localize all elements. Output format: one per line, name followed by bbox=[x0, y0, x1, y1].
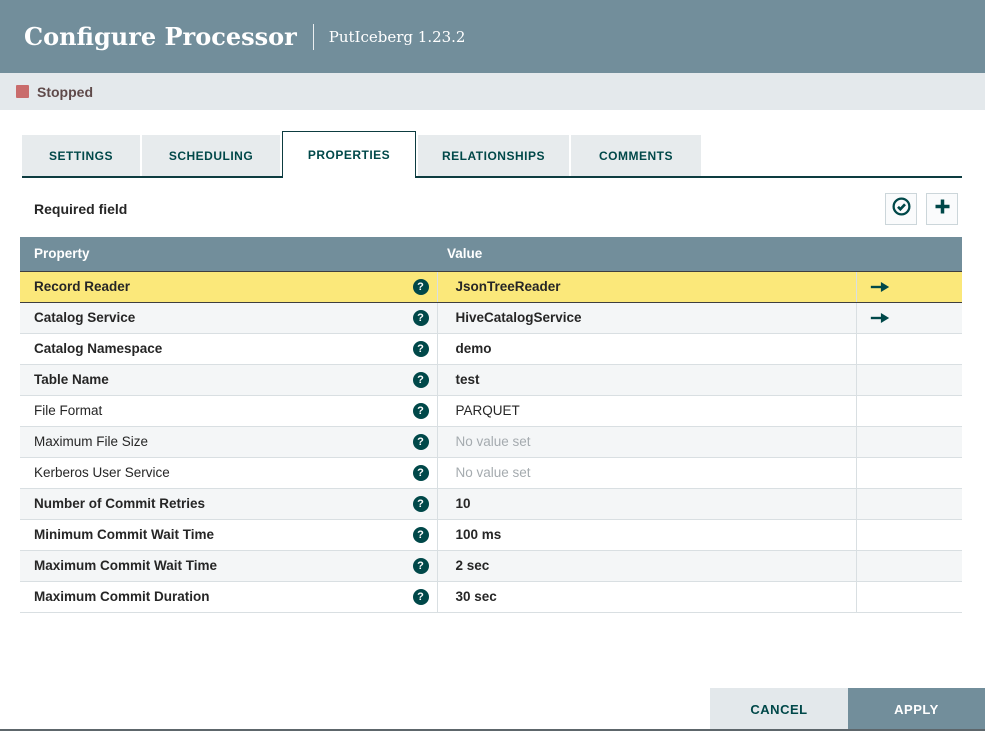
property-name: Minimum Commit Wait Time bbox=[34, 527, 215, 542]
property-name: Maximum File Size bbox=[34, 434, 149, 449]
table-row[interactable]: Minimum Commit Wait Time? 100 ms bbox=[20, 519, 962, 551]
processor-type-version: PutIceberg 1.23.2 bbox=[328, 27, 466, 46]
tab-label: COMMENTS bbox=[599, 148, 673, 163]
table-row[interactable]: Maximum File Size? No value set bbox=[20, 426, 962, 458]
goto-cell-empty bbox=[855, 457, 962, 489]
table-row[interactable]: Catalog Service? HiveCatalogService bbox=[20, 302, 962, 334]
stopped-indicator-icon bbox=[16, 85, 29, 98]
cancel-button[interactable]: CANCEL bbox=[710, 688, 848, 731]
check-circle-icon bbox=[891, 196, 912, 222]
help-icon: ? bbox=[412, 340, 429, 357]
arrow-right-icon bbox=[870, 281, 889, 292]
help-icon: ? bbox=[412, 433, 429, 450]
table-row[interactable]: Catalog Namespace? demo bbox=[20, 333, 962, 365]
tab-bar: SETTINGS SCHEDULING PROPERTIES RELATIONS… bbox=[22, 131, 962, 178]
help-icon: ? bbox=[412, 557, 429, 574]
tab-label: SCHEDULING bbox=[168, 148, 254, 163]
property-value[interactable]: demo bbox=[436, 333, 856, 365]
goto-cell-empty bbox=[855, 426, 962, 458]
dialog-title: Configure Processor bbox=[24, 22, 297, 51]
tab-scheduling[interactable]: SCHEDULING bbox=[142, 135, 280, 176]
tab-properties[interactable]: PROPERTIES bbox=[282, 131, 416, 178]
table-row[interactable]: Record Reader? JsonTreeReader bbox=[20, 270, 962, 303]
apply-button[interactable]: APPLY bbox=[848, 688, 985, 731]
property-value[interactable]: PARQUET bbox=[436, 395, 856, 427]
column-header-goto bbox=[856, 237, 962, 271]
table-row[interactable]: Kerberos User Service? No value set bbox=[20, 457, 962, 489]
status-label: Stopped bbox=[37, 83, 93, 100]
table-row[interactable]: Maximum Commit Duration? 30 sec bbox=[20, 581, 962, 613]
help-icon: ? bbox=[412, 278, 429, 295]
table-row[interactable]: Table Name? test bbox=[20, 364, 962, 396]
help-icon: ? bbox=[412, 588, 429, 605]
title-divider bbox=[312, 23, 314, 50]
goto-cell-empty bbox=[855, 364, 962, 396]
tab-relationships[interactable]: RELATIONSHIPS bbox=[418, 135, 569, 176]
tab-settings[interactable]: SETTINGS bbox=[22, 135, 140, 176]
goto-cell-empty bbox=[855, 550, 962, 582]
goto-service-button[interactable] bbox=[855, 302, 962, 334]
status-bar: Stopped bbox=[0, 73, 985, 110]
property-value[interactable]: No value set bbox=[436, 457, 856, 489]
column-header-value: Value bbox=[437, 237, 856, 271]
tab-comments[interactable]: COMMENTS bbox=[571, 135, 701, 176]
help-icon: ? bbox=[412, 309, 429, 326]
arrow-right-icon bbox=[870, 312, 889, 323]
property-value[interactable]: JsonTreeReader bbox=[436, 270, 856, 303]
tab-label: RELATIONSHIPS bbox=[442, 148, 545, 163]
table-row[interactable]: File Format? PARQUET bbox=[20, 395, 962, 427]
table-row[interactable]: Maximum Commit Wait Time? 2 sec bbox=[20, 550, 962, 582]
property-name: Catalog Namespace bbox=[34, 341, 163, 356]
property-name: Number of Commit Retries bbox=[34, 496, 206, 511]
goto-cell-empty bbox=[855, 581, 962, 613]
goto-cell-empty bbox=[855, 519, 962, 551]
property-value[interactable]: 100 ms bbox=[436, 519, 856, 551]
goto-cell-empty bbox=[855, 395, 962, 427]
property-value[interactable]: 10 bbox=[436, 488, 856, 520]
tab-label: SETTINGS bbox=[48, 148, 113, 163]
property-value[interactable]: 2 sec bbox=[436, 550, 856, 582]
property-name: Record Reader bbox=[34, 279, 131, 294]
property-name: Maximum Commit Duration bbox=[34, 589, 210, 604]
property-value[interactable]: No value set bbox=[436, 426, 856, 458]
property-name: Table Name bbox=[34, 372, 109, 387]
help-icon: ? bbox=[412, 495, 429, 512]
dialog-header: Configure Processor PutIceberg 1.23.2 bbox=[0, 0, 985, 73]
table-row[interactable]: Number of Commit Retries? 10 bbox=[20, 488, 962, 520]
properties-table: Property Value Record Reader? JsonTreeRea… bbox=[20, 237, 962, 613]
property-name: Maximum Commit Wait Time bbox=[34, 558, 218, 573]
table-header-row: Property Value bbox=[20, 237, 962, 271]
property-name: File Format bbox=[34, 403, 103, 418]
goto-service-button[interactable] bbox=[855, 270, 962, 303]
property-value[interactable]: test bbox=[436, 364, 856, 396]
property-value[interactable]: HiveCatalogService bbox=[436, 302, 856, 334]
required-field-label: Required field bbox=[34, 201, 128, 217]
help-icon: ? bbox=[412, 402, 429, 419]
verify-properties-button[interactable] bbox=[885, 193, 917, 225]
goto-cell-empty bbox=[855, 333, 962, 365]
tab-label: PROPERTIES bbox=[307, 148, 391, 162]
add-property-button[interactable] bbox=[926, 193, 958, 225]
plus-icon bbox=[932, 196, 953, 222]
goto-cell-empty bbox=[855, 488, 962, 520]
property-name: Kerberos User Service bbox=[34, 465, 170, 480]
help-icon: ? bbox=[412, 371, 429, 388]
property-value[interactable]: 30 sec bbox=[436, 581, 856, 613]
help-icon: ? bbox=[412, 526, 429, 543]
properties-table-body: Record Reader? JsonTreeReader Catalog Serv… bbox=[20, 270, 962, 613]
column-header-property: Property bbox=[20, 237, 437, 271]
property-name: Catalog Service bbox=[34, 310, 136, 325]
help-icon: ? bbox=[412, 464, 429, 481]
